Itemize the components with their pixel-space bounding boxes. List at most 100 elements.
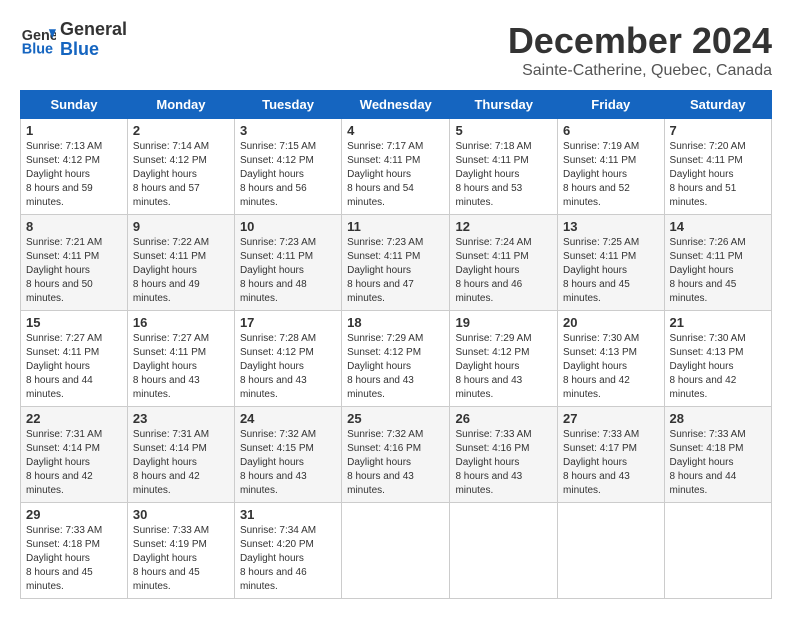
calendar-cell: 26 Sunrise: 7:33 AM Sunset: 4:16 PM Dayl… <box>450 407 558 503</box>
day-number: 18 <box>347 315 444 330</box>
month-title: December 2024 <box>508 20 772 62</box>
day-info: Sunrise: 7:33 AM Sunset: 4:18 PM Dayligh… <box>26 524 122 594</box>
calendar-cell: 25 Sunrise: 7:32 AM Sunset: 4:16 PM Dayl… <box>342 407 450 503</box>
calendar-cell <box>342 503 450 599</box>
day-info: Sunrise: 7:13 AM Sunset: 4:12 PM Dayligh… <box>26 140 122 210</box>
location-title: Sainte-Catherine, Quebec, Canada <box>508 62 772 80</box>
calendar-cell: 14 Sunrise: 7:26 AM Sunset: 4:11 PM Dayl… <box>664 215 771 311</box>
calendar-week-row: 8 Sunrise: 7:21 AM Sunset: 4:11 PM Dayli… <box>21 215 772 311</box>
calendar-table: SundayMondayTuesdayWednesdayThursdayFrid… <box>20 90 772 599</box>
day-number: 12 <box>455 219 552 234</box>
day-number: 20 <box>563 315 659 330</box>
title-section: December 2024 Sainte-Catherine, Quebec, … <box>508 20 772 80</box>
day-info: Sunrise: 7:17 AM Sunset: 4:11 PM Dayligh… <box>347 140 444 210</box>
calendar-cell: 5 Sunrise: 7:18 AM Sunset: 4:11 PM Dayli… <box>450 119 558 215</box>
calendar-cell: 13 Sunrise: 7:25 AM Sunset: 4:11 PM Dayl… <box>558 215 665 311</box>
day-number: 25 <box>347 411 444 426</box>
day-info: Sunrise: 7:15 AM Sunset: 4:12 PM Dayligh… <box>240 140 336 210</box>
day-number: 19 <box>455 315 552 330</box>
day-info: Sunrise: 7:23 AM Sunset: 4:11 PM Dayligh… <box>347 236 444 306</box>
day-number: 23 <box>133 411 229 426</box>
day-info: Sunrise: 7:27 AM Sunset: 4:11 PM Dayligh… <box>26 332 122 402</box>
svg-text:Blue: Blue <box>22 41 53 57</box>
day-info: Sunrise: 7:33 AM Sunset: 4:19 PM Dayligh… <box>133 524 229 594</box>
day-info: Sunrise: 7:33 AM Sunset: 4:16 PM Dayligh… <box>455 428 552 498</box>
day-number: 29 <box>26 507 122 522</box>
day-number: 3 <box>240 123 336 138</box>
calendar-cell: 18 Sunrise: 7:29 AM Sunset: 4:12 PM Dayl… <box>342 311 450 407</box>
page-header: General Blue General Blue December 2024 … <box>20 20 772 80</box>
day-info: Sunrise: 7:33 AM Sunset: 4:17 PM Dayligh… <box>563 428 659 498</box>
calendar-cell: 20 Sunrise: 7:30 AM Sunset: 4:13 PM Dayl… <box>558 311 665 407</box>
day-info: Sunrise: 7:31 AM Sunset: 4:14 PM Dayligh… <box>26 428 122 498</box>
calendar-cell: 9 Sunrise: 7:22 AM Sunset: 4:11 PM Dayli… <box>127 215 234 311</box>
calendar-cell: 3 Sunrise: 7:15 AM Sunset: 4:12 PM Dayli… <box>234 119 341 215</box>
calendar-cell: 8 Sunrise: 7:21 AM Sunset: 4:11 PM Dayli… <box>21 215 128 311</box>
calendar-cell: 23 Sunrise: 7:31 AM Sunset: 4:14 PM Dayl… <box>127 407 234 503</box>
calendar-cell: 28 Sunrise: 7:33 AM Sunset: 4:18 PM Dayl… <box>664 407 771 503</box>
day-info: Sunrise: 7:33 AM Sunset: 4:18 PM Dayligh… <box>670 428 766 498</box>
day-number: 5 <box>455 123 552 138</box>
day-number: 26 <box>455 411 552 426</box>
day-number: 30 <box>133 507 229 522</box>
day-number: 28 <box>670 411 766 426</box>
calendar-cell: 29 Sunrise: 7:33 AM Sunset: 4:18 PM Dayl… <box>21 503 128 599</box>
weekday-header: Friday <box>558 91 665 119</box>
calendar-cell: 11 Sunrise: 7:23 AM Sunset: 4:11 PM Dayl… <box>342 215 450 311</box>
weekday-header: Saturday <box>664 91 771 119</box>
day-number: 10 <box>240 219 336 234</box>
day-info: Sunrise: 7:23 AM Sunset: 4:11 PM Dayligh… <box>240 236 336 306</box>
calendar-cell: 4 Sunrise: 7:17 AM Sunset: 4:11 PM Dayli… <box>342 119 450 215</box>
day-info: Sunrise: 7:26 AM Sunset: 4:11 PM Dayligh… <box>670 236 766 306</box>
calendar-cell: 19 Sunrise: 7:29 AM Sunset: 4:12 PM Dayl… <box>450 311 558 407</box>
calendar-cell: 24 Sunrise: 7:32 AM Sunset: 4:15 PM Dayl… <box>234 407 341 503</box>
day-info: Sunrise: 7:29 AM Sunset: 4:12 PM Dayligh… <box>455 332 552 402</box>
day-info: Sunrise: 7:30 AM Sunset: 4:13 PM Dayligh… <box>563 332 659 402</box>
calendar-week-row: 29 Sunrise: 7:33 AM Sunset: 4:18 PM Dayl… <box>21 503 772 599</box>
day-info: Sunrise: 7:25 AM Sunset: 4:11 PM Dayligh… <box>563 236 659 306</box>
calendar-cell: 31 Sunrise: 7:34 AM Sunset: 4:20 PM Dayl… <box>234 503 341 599</box>
day-number: 6 <box>563 123 659 138</box>
day-info: Sunrise: 7:14 AM Sunset: 4:12 PM Dayligh… <box>133 140 229 210</box>
day-info: Sunrise: 7:30 AM Sunset: 4:13 PM Dayligh… <box>670 332 766 402</box>
day-number: 11 <box>347 219 444 234</box>
day-info: Sunrise: 7:21 AM Sunset: 4:11 PM Dayligh… <box>26 236 122 306</box>
day-info: Sunrise: 7:31 AM Sunset: 4:14 PM Dayligh… <box>133 428 229 498</box>
logo: General Blue General Blue <box>20 20 127 60</box>
calendar-cell: 7 Sunrise: 7:20 AM Sunset: 4:11 PM Dayli… <box>664 119 771 215</box>
calendar-cell: 21 Sunrise: 7:30 AM Sunset: 4:13 PM Dayl… <box>664 311 771 407</box>
day-number: 2 <box>133 123 229 138</box>
weekday-header: Tuesday <box>234 91 341 119</box>
day-info: Sunrise: 7:34 AM Sunset: 4:20 PM Dayligh… <box>240 524 336 594</box>
calendar-cell: 27 Sunrise: 7:33 AM Sunset: 4:17 PM Dayl… <box>558 407 665 503</box>
calendar-cell <box>664 503 771 599</box>
calendar-cell <box>558 503 665 599</box>
calendar-cell: 30 Sunrise: 7:33 AM Sunset: 4:19 PM Dayl… <box>127 503 234 599</box>
day-info: Sunrise: 7:29 AM Sunset: 4:12 PM Dayligh… <box>347 332 444 402</box>
day-number: 15 <box>26 315 122 330</box>
weekday-header: Monday <box>127 91 234 119</box>
day-info: Sunrise: 7:32 AM Sunset: 4:15 PM Dayligh… <box>240 428 336 498</box>
day-number: 14 <box>670 219 766 234</box>
day-info: Sunrise: 7:20 AM Sunset: 4:11 PM Dayligh… <box>670 140 766 210</box>
calendar-cell: 1 Sunrise: 7:13 AM Sunset: 4:12 PM Dayli… <box>21 119 128 215</box>
calendar-week-row: 15 Sunrise: 7:27 AM Sunset: 4:11 PM Dayl… <box>21 311 772 407</box>
day-number: 7 <box>670 123 766 138</box>
day-info: Sunrise: 7:32 AM Sunset: 4:16 PM Dayligh… <box>347 428 444 498</box>
calendar-cell: 2 Sunrise: 7:14 AM Sunset: 4:12 PM Dayli… <box>127 119 234 215</box>
logo-text: General Blue <box>60 20 127 60</box>
day-number: 22 <box>26 411 122 426</box>
day-number: 16 <box>133 315 229 330</box>
calendar-cell: 17 Sunrise: 7:28 AM Sunset: 4:12 PM Dayl… <box>234 311 341 407</box>
day-number: 24 <box>240 411 336 426</box>
calendar-cell: 12 Sunrise: 7:24 AM Sunset: 4:11 PM Dayl… <box>450 215 558 311</box>
day-number: 31 <box>240 507 336 522</box>
day-number: 8 <box>26 219 122 234</box>
day-number: 17 <box>240 315 336 330</box>
day-number: 9 <box>133 219 229 234</box>
calendar-week-row: 1 Sunrise: 7:13 AM Sunset: 4:12 PM Dayli… <box>21 119 772 215</box>
day-number: 1 <box>26 123 122 138</box>
day-info: Sunrise: 7:19 AM Sunset: 4:11 PM Dayligh… <box>563 140 659 210</box>
calendar-cell: 6 Sunrise: 7:19 AM Sunset: 4:11 PM Dayli… <box>558 119 665 215</box>
weekday-header: Sunday <box>21 91 128 119</box>
